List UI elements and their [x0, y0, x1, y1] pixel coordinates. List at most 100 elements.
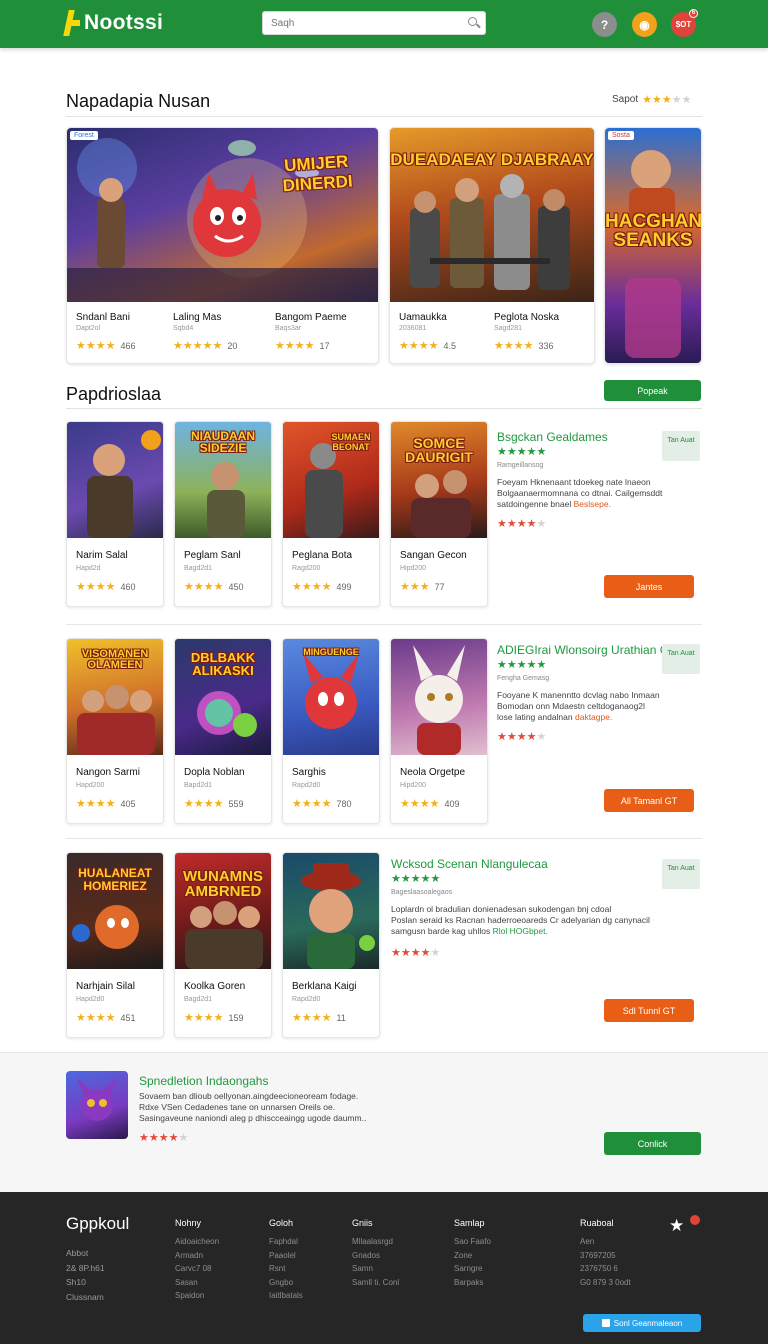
footer-link[interactable]: Sao Faafo — [454, 1235, 491, 1249]
game-tile[interactable]: MINGUENGE Sarghis Rapd2d0 ★★★★ 780 — [282, 638, 380, 824]
help-button[interactable]: ? — [592, 12, 617, 37]
game-tile[interactable]: WUNAMNS AMBRNED Koolka Goren Bagd2d1 ★★★… — [174, 852, 272, 1038]
game-tile-art: VISOMANEN OLAMEEN — [67, 639, 163, 755]
footer-link[interactable]: Faphdal — [269, 1235, 303, 1249]
price-badge: Tan Auat — [662, 859, 700, 889]
footer-link[interactable]: Samll ti. Conl — [352, 1276, 399, 1290]
search-input[interactable] — [263, 12, 463, 34]
game-tile-art: HUALANEAT HOMERIEZ — [67, 853, 163, 969]
footer-link[interactable]: Sasan — [175, 1276, 219, 1290]
game-tile[interactable]: Neola Orgetpe Hipd200 ★★★★ 409 — [390, 638, 488, 824]
game-tile[interactable]: Berklana Kaigi Rapd2d0 ★★★★ 11 — [282, 852, 380, 1038]
game-tile-scene — [413, 645, 465, 755]
promo-title[interactable]: Bsgckan Gealdames — [497, 430, 608, 444]
game-tile-name: Nangon Sarmi — [76, 767, 140, 778]
spotlight-button[interactable]: Conlick — [604, 1132, 701, 1155]
footer-column-heading: Ruaboal — [580, 1218, 614, 1228]
featured-game-name[interactable]: Laling Mas — [173, 312, 221, 323]
coins-button[interactable]: ◉ — [632, 12, 657, 37]
footer-link[interactable]: Gnados — [352, 1249, 399, 1263]
featured-game-name[interactable]: Uamaukka — [399, 312, 447, 323]
footer-link[interactable]: Mllaalasrgd — [352, 1235, 399, 1249]
featured-art-3-title: HACGHAN SEANKS — [605, 211, 701, 251]
footer-link[interactable]: Barpaks — [454, 1276, 491, 1290]
game-tile[interactable]: DBLBAKK ALIKASKI Dopla Noblan Bapd2d1 ★★… — [174, 638, 272, 824]
game-tile-art-title: DBLBAKK ALIKASKI — [190, 650, 256, 678]
game-tile[interactable]: HUALANEAT HOMERIEZ Narhjain Silal Hapd2d… — [66, 852, 164, 1038]
featured-divider — [66, 116, 702, 117]
sort-rating-stars: ★★★★★ — [642, 94, 692, 106]
spotlight-title[interactable]: Spnedletion Indaongahs — [139, 1074, 268, 1088]
promo-action-button[interactable]: Jantes — [604, 575, 694, 598]
price-badge: Tan Auat — [662, 431, 700, 461]
footer-link[interactable]: Carvc7 08 — [175, 1262, 219, 1276]
featured-art-2-title: DUEADAEAY DJABRAAY — [390, 150, 594, 169]
footer-link[interactable]: Aen — [580, 1235, 631, 1249]
game-tile-art: SOMCE DAURIGIT — [391, 422, 487, 538]
game-tile-art — [391, 639, 487, 755]
footer-link[interactable]: Paaolel — [269, 1249, 303, 1263]
popular-section-title: Papdrioslaa — [66, 384, 162, 404]
promo-title[interactable]: Wcksod Scenan Nlangulecaa — [391, 857, 548, 871]
footer-link[interactable]: Aidoaicheon — [175, 1235, 219, 1249]
spotlight-description: Sovaem ban dlioub oellyonan.aingdeecione… — [139, 1091, 367, 1123]
game-tile-sub: Rapd2d0 — [292, 996, 321, 1003]
footer-link[interactable]: Spaidon — [175, 1289, 219, 1303]
game-tile-rating: ★★★★ 405 — [76, 798, 136, 810]
coin-icon: ◉ — [639, 17, 650, 32]
game-tile-art: NIAUDAAN SIDEZIE — [175, 422, 271, 538]
game-tile[interactable]: NIAUDAAN SIDEZIE Peglam Sanl Bagd2d1 ★★★… — [174, 421, 272, 607]
gift-icon — [601, 1319, 610, 1327]
game-tile[interactable]: VISOMANEN OLAMEEN Nangon Sarmi Hapd200 ★… — [66, 638, 164, 824]
site-logo[interactable]: Nootssi — [66, 10, 163, 36]
footer: Gppkoul Abbot 2& 8P.h61 Sh10 Clussnam No… — [0, 1192, 768, 1344]
footer-link[interactable]: Samn — [352, 1262, 399, 1276]
promo-title-stars: ★★★★★ — [391, 873, 441, 885]
promo-action-button[interactable]: All Tamanl GT — [604, 789, 694, 812]
game-tile[interactable]: SOMCE DAURIGIT Sangan Gecon Hipd200 ★★★ 7… — [390, 421, 488, 607]
promo-rating-stars: ★★★★★ — [391, 947, 441, 959]
featured-game-name[interactable]: Bangom Paeme — [275, 312, 347, 323]
footer-link[interactable]: 2376750 6 — [580, 1262, 631, 1276]
game-tile-name: Narim Salal — [76, 550, 128, 561]
game-tile[interactable]: SUMAEN BEONAT Peglana Bota Ragd200 ★★★★ 4… — [282, 421, 380, 607]
game-tile-name: Neola Orgetpe — [400, 767, 466, 778]
game-tile[interactable]: Narim Salal Hapd2d ★★★★ 460 — [66, 421, 164, 607]
featured-art-1: UMIJER DINERDI Forest — [67, 128, 378, 302]
featured-card-2[interactable]: DUEADAEAY DJABRAAY Uamaukka 2036081 ★★★★… — [389, 127, 595, 364]
game-tile-sub: Bagd2d1 — [184, 996, 213, 1003]
footer-link[interactable]: Sarngre — [454, 1262, 491, 1276]
game-tile-name: Berklana Kaigi — [292, 981, 357, 992]
question-icon: ? — [600, 17, 609, 32]
spotlight-rating-stars: ★★★★★ — [139, 1132, 189, 1144]
footer-link[interactable]: Gngbo — [269, 1276, 303, 1290]
popular-see-all-button[interactable]: Popeak — [604, 380, 701, 401]
footer-link[interactable]: 37697205 — [580, 1249, 631, 1263]
search-icon[interactable] — [463, 12, 485, 34]
footer-cta-button[interactable]: Sonl Geanmaleaon — [583, 1314, 701, 1332]
promo-meta: Fengha Gemasg — [497, 675, 550, 682]
game-tile-scene — [301, 863, 375, 969]
footer-link[interactable]: Iaitlbatals — [269, 1289, 303, 1303]
game-tile-name: Sangan Gecon — [400, 550, 467, 561]
footer-link[interactable]: Rsnt — [269, 1262, 303, 1276]
promo-action-button[interactable]: Sdl Tunnl GT — [604, 999, 694, 1022]
game-tile-art: MINGUENGE — [283, 639, 379, 755]
footer-brand[interactable]: Gppkoul — [66, 1214, 129, 1234]
featured-card-1[interactable]: UMIJER DINERDI Forest Sndanl Bani Dapt2o… — [66, 127, 379, 364]
footer-link[interactable]: Zone — [454, 1249, 491, 1263]
promo-title[interactable]: ADIEGIrai Wlonsoirg Urathian GT — [497, 643, 676, 657]
footer-link[interactable]: G0 879 3 0odt — [580, 1276, 631, 1290]
featured-card-3[interactable]: HACGHAN SEANKS Sosta — [604, 127, 702, 364]
sort-control[interactable]: Sapot ★★★★★ — [612, 93, 691, 106]
game-tile-name: Dopla Noblan — [184, 767, 245, 778]
game-tile-rating: ★★★★ 450 — [184, 581, 244, 593]
featured-game-name[interactable]: Peglota Noska — [494, 312, 559, 323]
favorite-star-icon[interactable]: ★ — [669, 1216, 687, 1235]
featured-game-name[interactable]: Sndanl Bani — [76, 312, 130, 323]
featured-art-1-title: UMIJER DINERDI — [282, 151, 354, 196]
game-tile-sub: Hipd200 — [400, 565, 427, 572]
footer-link[interactable]: Armadn — [175, 1249, 219, 1263]
spotlight-art-scene — [76, 1077, 118, 1121]
notifications-button[interactable]: $OT 6 — [671, 9, 698, 37]
